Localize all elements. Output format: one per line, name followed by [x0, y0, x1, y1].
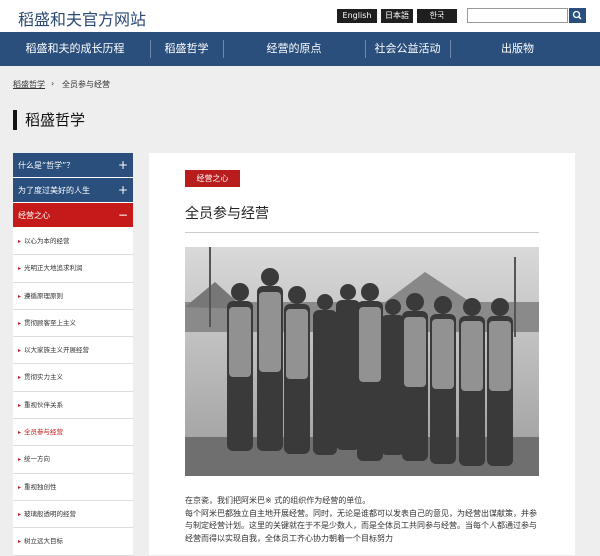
sidebar-item[interactable]: ▸ 重视独创性 — [13, 473, 133, 501]
site-title[interactable]: 稻盛和夫官方网站 — [18, 6, 146, 30]
nav-publications[interactable]: 出版物 — [450, 32, 585, 66]
chevron-right-icon: ▸ — [18, 483, 22, 491]
article-paragraph: 每个阿米巴都独立自主地开展经营。同时，无论是谁都可以发表自己的意见，为经营出谋献… — [185, 508, 537, 543]
lang-japanese-button[interactable]: 日本語 — [381, 9, 413, 23]
article-body: 在京瓷，我们把阿米巴※ 式的组织作为经营的单位。 每个阿米巴都独立自主地开展经营… — [185, 495, 540, 545]
group-photo — [185, 247, 539, 476]
expand-icon: + — [117, 183, 128, 197]
article-title: 全员参与经营 — [185, 206, 269, 222]
nav-social-activities[interactable]: 社会公益活动 — [365, 32, 450, 66]
sidebar-item-label: 光明正大地追求利润 — [24, 264, 83, 273]
sidebar-item[interactable]: ▸ 贯彻实力主义 — [13, 364, 133, 392]
top-bar: 稻盛和夫官方网站 English 日本語 한국 — [0, 0, 600, 32]
sidebar-item-label: 以心为本的经营 — [24, 237, 70, 245]
sidebar-section-label: 为了度过美好的人生 — [18, 186, 90, 195]
article-panel: 经营之心 全员参与经营 在京瓷，我们把阿米巴※ 式的组织作为经营的单位。 每个阿… — [149, 153, 575, 555]
sidebar-section-what-is-philosophy[interactable]: 什么是“哲学”？ + — [13, 153, 133, 178]
sidebar-item-label: 树立远大目标 — [24, 537, 64, 546]
sidebar-item[interactable]: ▸ 玻璃般透明的经营 — [13, 500, 133, 529]
main-nav: 稻盛和夫的成长历程 稻盛哲学 经营的原点 社会公益活动 出版物 — [0, 32, 600, 66]
chevron-right-icon: ▸ — [18, 374, 22, 382]
chevron-right-icon: ▸ — [18, 292, 22, 300]
sidebar-item[interactable]: ▸ 以大家族主义开展经营 — [13, 337, 133, 365]
nav-growth-history[interactable]: 稻盛和夫的成长历程 — [0, 32, 150, 66]
page-title: 稻盛哲学 — [13, 110, 85, 130]
sidebar-item-label: 重视独创性 — [24, 482, 57, 491]
breadcrumb-separator: › — [51, 79, 55, 88]
search-input[interactable] — [467, 8, 568, 23]
chevron-right-icon: ▸ — [18, 319, 22, 327]
sidebar-item-label: 以大家族主义开展经营 — [24, 346, 90, 355]
sidebar-item-label: 重视伙伴关系 — [24, 400, 64, 409]
sidebar-item-label: 玻璃般透明的经营 — [24, 509, 77, 518]
sidebar-item-label: 统一方向 — [24, 455, 51, 464]
sidebar-item[interactable]: ▸ 光明正大地追求利润 — [13, 255, 133, 283]
nav-management-origin[interactable]: 经营的原点 — [223, 32, 365, 66]
chevron-right-icon: ▸ — [18, 538, 22, 546]
sidebar-item[interactable]: ▸ 以心为本的经营 — [13, 228, 133, 256]
sidebar-item-label: 贯彻顾客至上主义 — [24, 318, 77, 327]
sidebar-item[interactable]: ▸ 重视伙伴关系 — [13, 391, 133, 420]
article-paragraph: 在京瓷，我们把阿米巴※ 式的组织作为经营的单位。 — [185, 496, 371, 505]
chevron-right-icon: ▸ — [18, 347, 22, 355]
sidebar-section-management-heart[interactable]: 经营之心 − — [13, 203, 133, 228]
chevron-right-icon: ▸ — [18, 238, 22, 245]
sidebar-section-good-life[interactable]: 为了度过美好的人生 + — [13, 178, 133, 203]
search-button[interactable] — [569, 8, 586, 23]
breadcrumb-current: 全员参与经营 — [62, 80, 110, 89]
lang-english-button[interactable]: English — [337, 9, 377, 23]
lang-korean-button[interactable]: 한국 — [417, 9, 457, 23]
sidebar-item-label: 遵循原理原则 — [24, 291, 64, 300]
sidebar: 什么是“哲学”？ + 为了度过美好的人生 + 经营之心 − ▸ 以心为本的经营 ▸… — [13, 153, 133, 556]
sidebar-item-label: 全员参与经营 — [24, 428, 64, 437]
nav-philosophy[interactable]: 稻盛哲学 — [150, 32, 223, 66]
expand-icon: + — [117, 158, 128, 172]
sidebar-item[interactable]: ▸ 统一方向 — [13, 446, 133, 474]
divider — [185, 232, 539, 233]
chevron-right-icon: ▸ — [18, 401, 22, 409]
sidebar-section-label: 经营之心 — [18, 211, 50, 220]
sidebar-item[interactable]: ▸ 遵循原理原则 — [13, 282, 133, 310]
sidebar-item[interactable]: ▸ 树立远大目标 — [13, 528, 133, 556]
chevron-right-icon: ▸ — [18, 510, 22, 518]
sidebar-item[interactable]: ▸ 贯彻顾客至上主义 — [13, 309, 133, 338]
chevron-right-icon: ▸ — [18, 456, 22, 464]
collapse-icon: − — [117, 208, 128, 222]
search-icon — [572, 10, 582, 20]
chevron-right-icon: ▸ — [18, 265, 22, 273]
sidebar-item-label: 贯彻实力主义 — [24, 373, 64, 382]
sidebar-item-active[interactable]: ▸ 全员参与经营 — [13, 419, 133, 447]
category-tag[interactable]: 经营之心 — [185, 170, 240, 187]
chevron-right-icon: ▸ — [18, 429, 22, 437]
sidebar-section-label: 什么是“哲学”？ — [18, 161, 75, 170]
breadcrumb-home[interactable]: 稻盛哲学 — [13, 79, 45, 90]
